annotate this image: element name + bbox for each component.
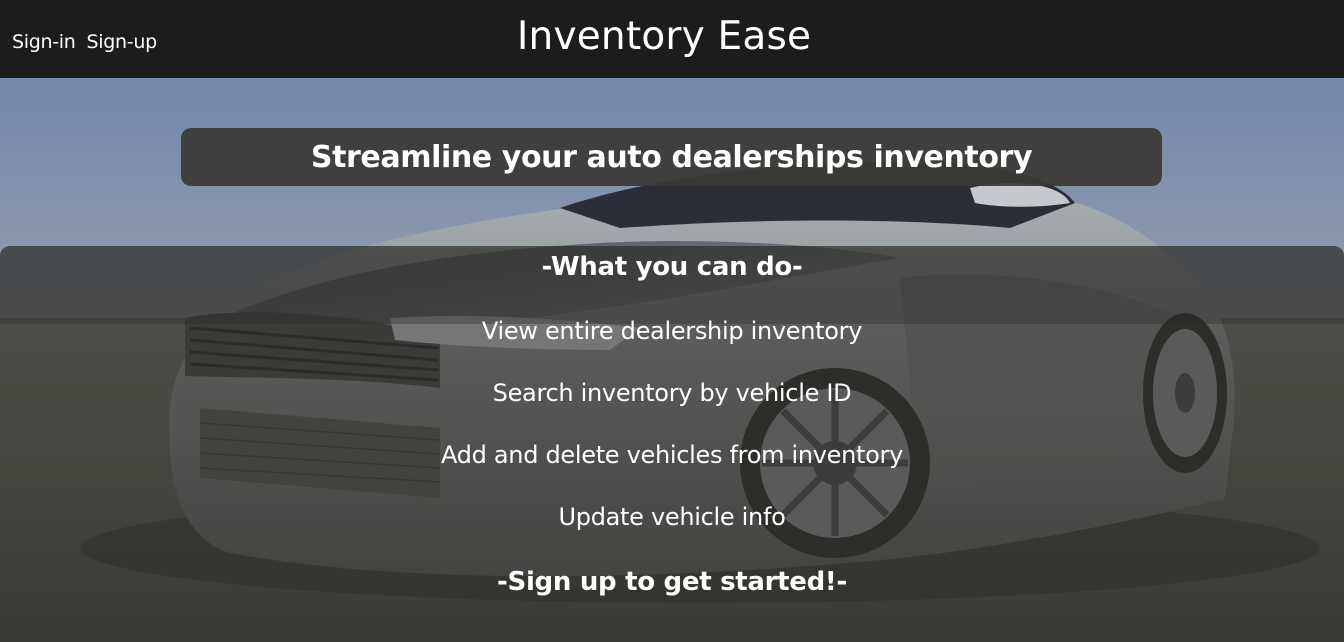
feature-item-update: Update vehicle info bbox=[558, 503, 786, 531]
landing-page: Sign-in Sign-up Inventory Ease Streamlin… bbox=[0, 0, 1344, 642]
features-panel: -What you can do- View entire dealership… bbox=[0, 246, 1344, 642]
feature-item-search: Search inventory by vehicle ID bbox=[492, 379, 852, 407]
feature-item-add-delete: Add and delete vehicles from inventory bbox=[440, 441, 904, 469]
tagline-banner: Streamline your auto dealerships invento… bbox=[181, 128, 1162, 186]
signup-heading: -Sign up to get started!- bbox=[497, 567, 847, 597]
app-title: Inventory Ease bbox=[516, 14, 812, 59]
tagline: Streamline your auto dealerships invento… bbox=[310, 139, 1033, 175]
navbar: Sign-in Sign-up Inventory Ease bbox=[0, 0, 1344, 78]
features-heading: -What you can do- bbox=[541, 252, 803, 282]
feature-item-view-inventory: View entire dealership inventory bbox=[481, 317, 863, 345]
